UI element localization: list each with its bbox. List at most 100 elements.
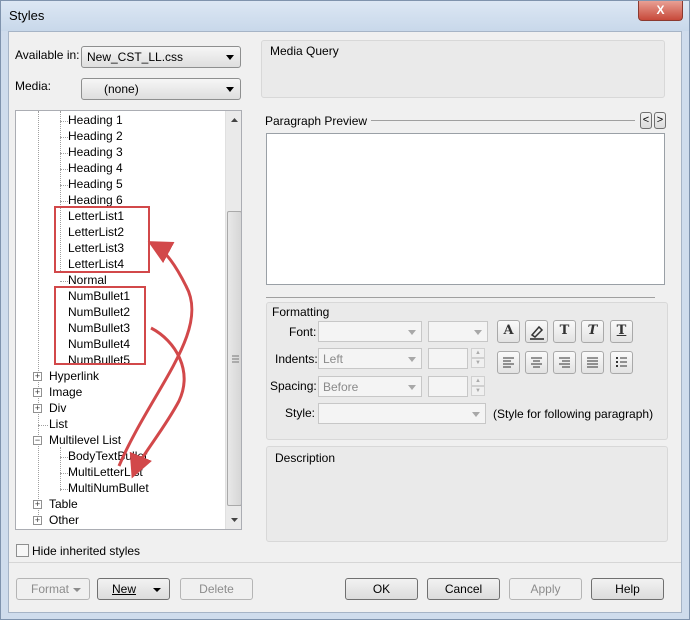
indents-value: Left <box>323 352 344 366</box>
indents-label: Indents: <box>275 352 318 366</box>
window-title: Styles <box>9 8 45 23</box>
tree-item-heading-4[interactable]: Heading 4 <box>68 161 123 175</box>
formatting-label: Formatting <box>272 305 330 319</box>
expand-icon[interactable]: + <box>33 404 42 413</box>
annotation-box-letterlists <box>54 206 150 273</box>
cancel-button[interactable]: Cancel <box>427 578 500 600</box>
title-bar: Styles X <box>1 1 689 31</box>
tree-item-multiletterlist[interactable]: MultiLetterList <box>68 465 143 479</box>
media-label: Media: <box>15 79 52 93</box>
tree-guide-line <box>60 457 68 458</box>
tree-item-heading-3[interactable]: Heading 3 <box>68 145 123 159</box>
align-center-icon <box>531 357 542 368</box>
chevron-down-icon <box>226 55 234 60</box>
dialog-body: Available in: New_CST_LL.css Media: (non… <box>8 31 682 613</box>
align-right-icon <box>559 357 570 368</box>
tree-guide-line <box>60 121 68 122</box>
separator-line <box>266 297 655 298</box>
scroll-down-icon[interactable] <box>226 513 242 527</box>
new-button[interactable]: New <box>97 578 170 600</box>
media-select[interactable]: (none) <box>81 78 241 100</box>
scroll-thumb[interactable] <box>227 211 241 506</box>
align-center-button[interactable] <box>525 351 548 374</box>
tree-guide-line <box>60 473 68 474</box>
style-hint: (Style for following paragraph) <box>493 407 654 421</box>
tree-item-list[interactable]: List <box>49 417 68 431</box>
chevron-down-icon <box>474 330 482 335</box>
help-button[interactable]: Help <box>591 578 664 600</box>
tree-item-multinumbullet[interactable]: MultiNumBullet <box>68 481 149 495</box>
tree-item-multilevel-list[interactable]: Multilevel List <box>49 433 121 447</box>
align-left-button[interactable] <box>497 351 520 374</box>
close-button[interactable]: X <box>638 1 683 21</box>
tree-guide-line <box>60 201 68 202</box>
tree-guide-line <box>60 447 61 491</box>
tree-guide-line <box>60 185 68 186</box>
tree-guide-line <box>60 153 68 154</box>
align-right-button[interactable] <box>553 351 576 374</box>
tree-item-heading-1[interactable]: Heading 1 <box>68 113 123 127</box>
available-in-label: Available in: <box>15 48 80 62</box>
preview-prev-button[interactable]: < <box>640 112 652 129</box>
tree-guide-line <box>60 169 68 170</box>
font-select[interactable] <box>318 321 422 342</box>
chevron-down-icon <box>408 357 416 362</box>
expand-icon[interactable]: + <box>33 500 42 509</box>
paragraph-preview-area <box>266 133 665 285</box>
format-button[interactable]: Format <box>16 578 90 600</box>
tree-item-image[interactable]: Image <box>49 385 82 399</box>
tree-item-hyperlink[interactable]: Hyperlink <box>49 369 99 383</box>
chevron-down-icon <box>153 588 161 592</box>
available-in-value: New_CST_LL.css <box>87 50 184 64</box>
bullet-list-icon <box>616 357 627 367</box>
expand-icon[interactable]: + <box>33 372 42 381</box>
tree-item-table[interactable]: Table <box>49 497 78 511</box>
expand-icon[interactable]: + <box>33 516 42 525</box>
font-label: Font: <box>289 325 317 339</box>
collapse-icon[interactable]: − <box>33 436 42 445</box>
indents-spinner[interactable] <box>428 348 468 369</box>
next-style-select[interactable] <box>318 403 486 424</box>
bullet-list-button[interactable] <box>610 351 633 374</box>
indents-select[interactable]: Left <box>318 348 422 369</box>
tree-item-bodytextbullet[interactable]: BodyTextBullet <box>68 449 147 463</box>
bold-button[interactable]: T <box>553 320 576 343</box>
new-button-label: New <box>112 582 137 596</box>
tree-guide-line <box>38 425 48 426</box>
delete-button[interactable]: Delete <box>180 578 253 600</box>
preview-next-button[interactable]: > <box>654 112 666 129</box>
hide-inherited-label: Hide inherited styles <box>32 544 141 558</box>
spacing-spin-buttons[interactable]: ▲ ▼ <box>471 376 485 397</box>
scroll-up-icon[interactable] <box>226 113 242 127</box>
italic-button[interactable]: T <box>581 320 604 343</box>
spacing-select[interactable]: Before <box>318 376 422 397</box>
tree-guide-line <box>60 137 68 138</box>
underline-button[interactable]: T <box>610 320 633 343</box>
justify-button[interactable] <box>581 351 604 374</box>
tree-item-heading-5[interactable]: Heading 5 <box>68 177 123 191</box>
available-in-select[interactable]: New_CST_LL.css <box>81 46 241 68</box>
separator-line <box>371 120 635 121</box>
format-button-label: Format <box>31 582 70 596</box>
indents-spin-buttons[interactable]: ▲ ▼ <box>471 348 485 369</box>
tree-item-other[interactable]: Other <box>49 513 79 527</box>
justify-icon <box>587 357 598 368</box>
media-query-panel: Media Query <box>261 40 665 98</box>
font-color-button[interactable]: A <box>497 320 520 343</box>
ok-button[interactable]: OK <box>345 578 418 600</box>
apply-button[interactable]: Apply <box>509 578 582 600</box>
spacing-spinner[interactable] <box>428 376 468 397</box>
description-panel: Description <box>266 446 668 542</box>
hide-inherited-checkbox[interactable] <box>16 544 29 557</box>
tree-item-div[interactable]: Div <box>49 401 66 415</box>
highlight-color-button[interactable] <box>525 320 548 343</box>
styles-dialog: Styles X Available in: New_CST_LL.css Me… <box>0 0 690 620</box>
tree-scrollbar[interactable] <box>225 111 242 529</box>
style-label: Style: <box>285 406 316 420</box>
expand-icon[interactable]: + <box>33 388 42 397</box>
tree-item-heading-2[interactable]: Heading 2 <box>68 129 123 143</box>
tree-item-heading-6[interactable]: Heading 6 <box>68 193 123 207</box>
highlighter-icon <box>530 325 544 340</box>
font-size-select[interactable] <box>428 321 488 342</box>
tree-item-normal[interactable]: Normal <box>68 273 107 287</box>
